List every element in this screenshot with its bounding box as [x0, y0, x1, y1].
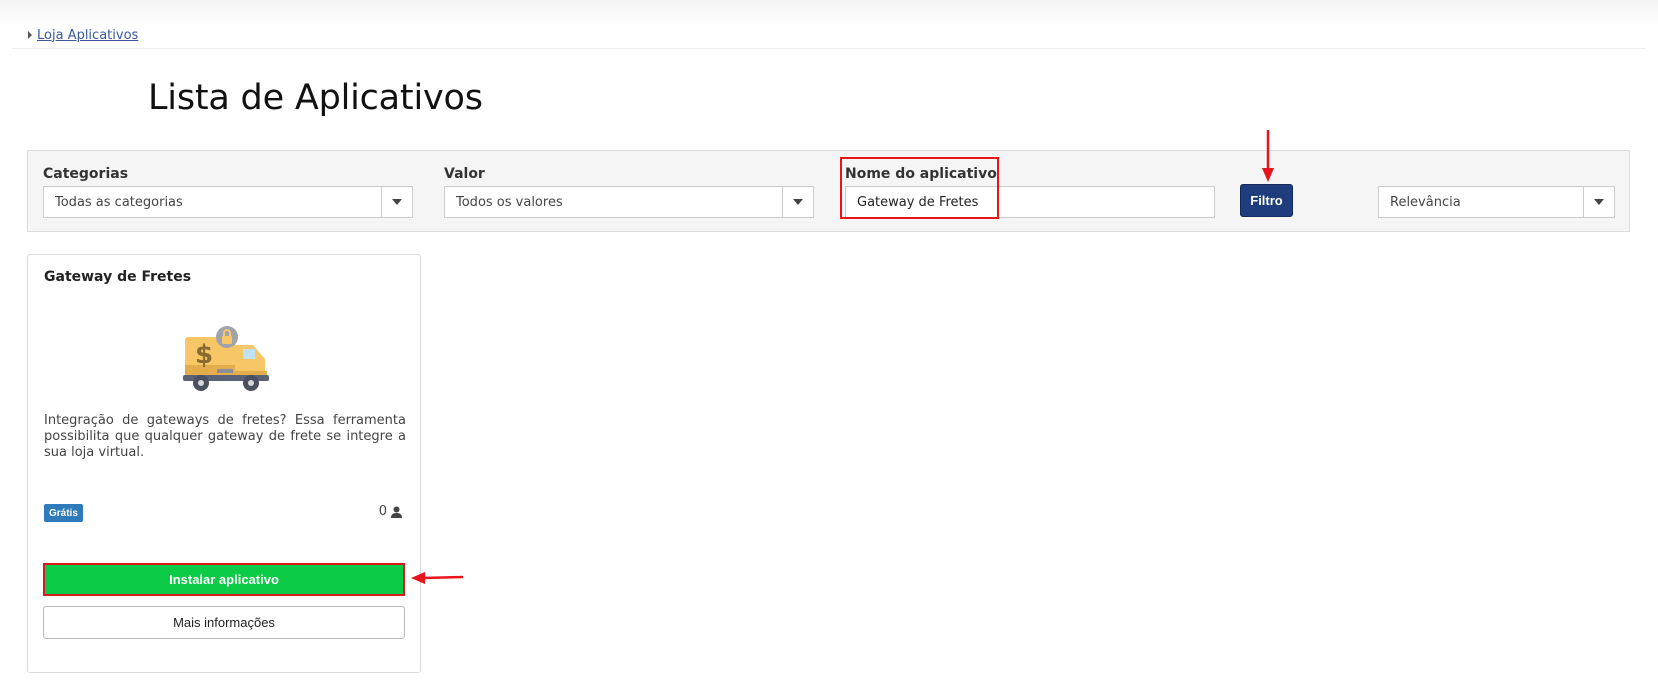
caret-down-icon: [793, 199, 803, 205]
app-card-title: Gateway de Fretes: [44, 269, 192, 285]
value-dropdown-toggle[interactable]: [782, 187, 813, 217]
price-badge: Grátis: [44, 504, 83, 522]
sort-select[interactable]: Relevância: [1378, 186, 1615, 218]
value-select-value: Todos os valores: [456, 194, 563, 210]
filter-button[interactable]: Filtro: [1240, 184, 1293, 217]
app-name-label: Nome do aplicativo: [845, 166, 997, 182]
install-count-value: 0: [378, 504, 387, 519]
caret-down-icon: [392, 199, 402, 205]
caret-down-icon: [1594, 199, 1604, 205]
breadcrumb-link-app-store[interactable]: Loja Aplicativos: [37, 28, 138, 43]
svg-text:$: $: [195, 340, 213, 370]
app-card-description: Integração de gateways de fretes? Essa f…: [44, 413, 406, 460]
user-icon: [391, 506, 402, 518]
sort-select-value: Relevância: [1390, 194, 1461, 210]
caret-right-icon: [28, 31, 32, 39]
sort-dropdown-toggle[interactable]: [1583, 187, 1614, 217]
categories-select-value: Todas as categorias: [55, 194, 183, 210]
value-select[interactable]: Todos os valores: [444, 186, 814, 218]
breadcrumb: Loja Aplicativos: [28, 25, 138, 45]
delivery-truck-dollar-lock-icon: $: [183, 326, 269, 391]
divider: [12, 48, 1646, 49]
top-bar: [0, 0, 1658, 26]
categories-select[interactable]: Todas as categorias: [43, 186, 413, 218]
value-label: Valor: [444, 166, 485, 182]
more-info-button[interactable]: Mais informações: [43, 606, 405, 639]
categories-dropdown-toggle[interactable]: [381, 187, 412, 217]
page-title: Lista de Aplicativos: [148, 78, 483, 119]
categories-label: Categorias: [43, 166, 129, 182]
install-app-button[interactable]: Instalar aplicativo: [43, 563, 405, 596]
app-name-input[interactable]: [845, 186, 1215, 218]
install-count: 0: [379, 504, 402, 519]
app-card: Gateway de Fretes $ Integração de gatewa…: [27, 254, 421, 673]
